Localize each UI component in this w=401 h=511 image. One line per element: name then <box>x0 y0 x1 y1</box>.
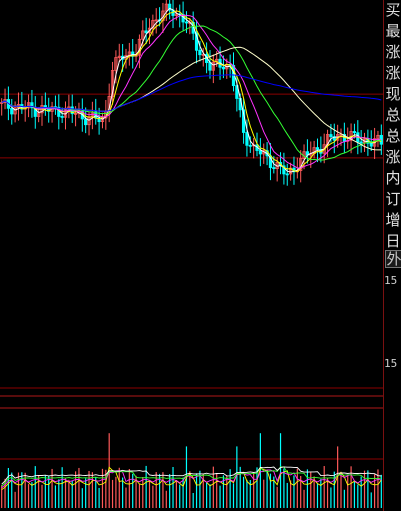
candle-body <box>258 150 262 155</box>
candle-body <box>369 142 373 147</box>
candle-body <box>144 30 148 34</box>
side-label: 订 <box>385 190 401 208</box>
price-scale-label: 15 <box>384 357 398 370</box>
candle-body <box>315 147 320 150</box>
candle-body <box>285 173 289 176</box>
candle-body <box>198 49 202 56</box>
side-label: 总 <box>385 127 401 145</box>
candle-body <box>245 132 249 146</box>
side-label: 涨 <box>385 43 401 61</box>
candle-body <box>208 62 212 71</box>
info-panel: 买最涨涨现总总涨内订增日外 15 15 <box>384 0 401 511</box>
side-label: 最 <box>385 22 401 40</box>
candle-body <box>248 144 252 147</box>
side-label: 总 <box>385 106 401 124</box>
side-label: 现 <box>385 85 401 103</box>
side-label: 买 <box>385 1 401 19</box>
candle-body <box>329 134 333 138</box>
candle-body <box>10 107 14 115</box>
volume-series <box>1 433 382 508</box>
price-scale-label: 15 <box>384 274 398 287</box>
stock-chart <box>0 0 383 508</box>
candle-body <box>60 116 64 118</box>
candle-body <box>221 66 226 70</box>
side-label: 内 <box>385 169 401 187</box>
side-label: 涨 <box>385 148 401 166</box>
candle-body <box>359 141 363 144</box>
candle-body <box>84 118 88 126</box>
side-label: 涨 <box>385 64 401 82</box>
candle-body <box>184 21 189 24</box>
candle-body <box>272 167 276 169</box>
side-highlight-label: 外 <box>385 250 401 268</box>
side-label: 增 <box>385 211 401 229</box>
side-label: 日 <box>385 232 401 250</box>
candle-body <box>352 131 357 134</box>
